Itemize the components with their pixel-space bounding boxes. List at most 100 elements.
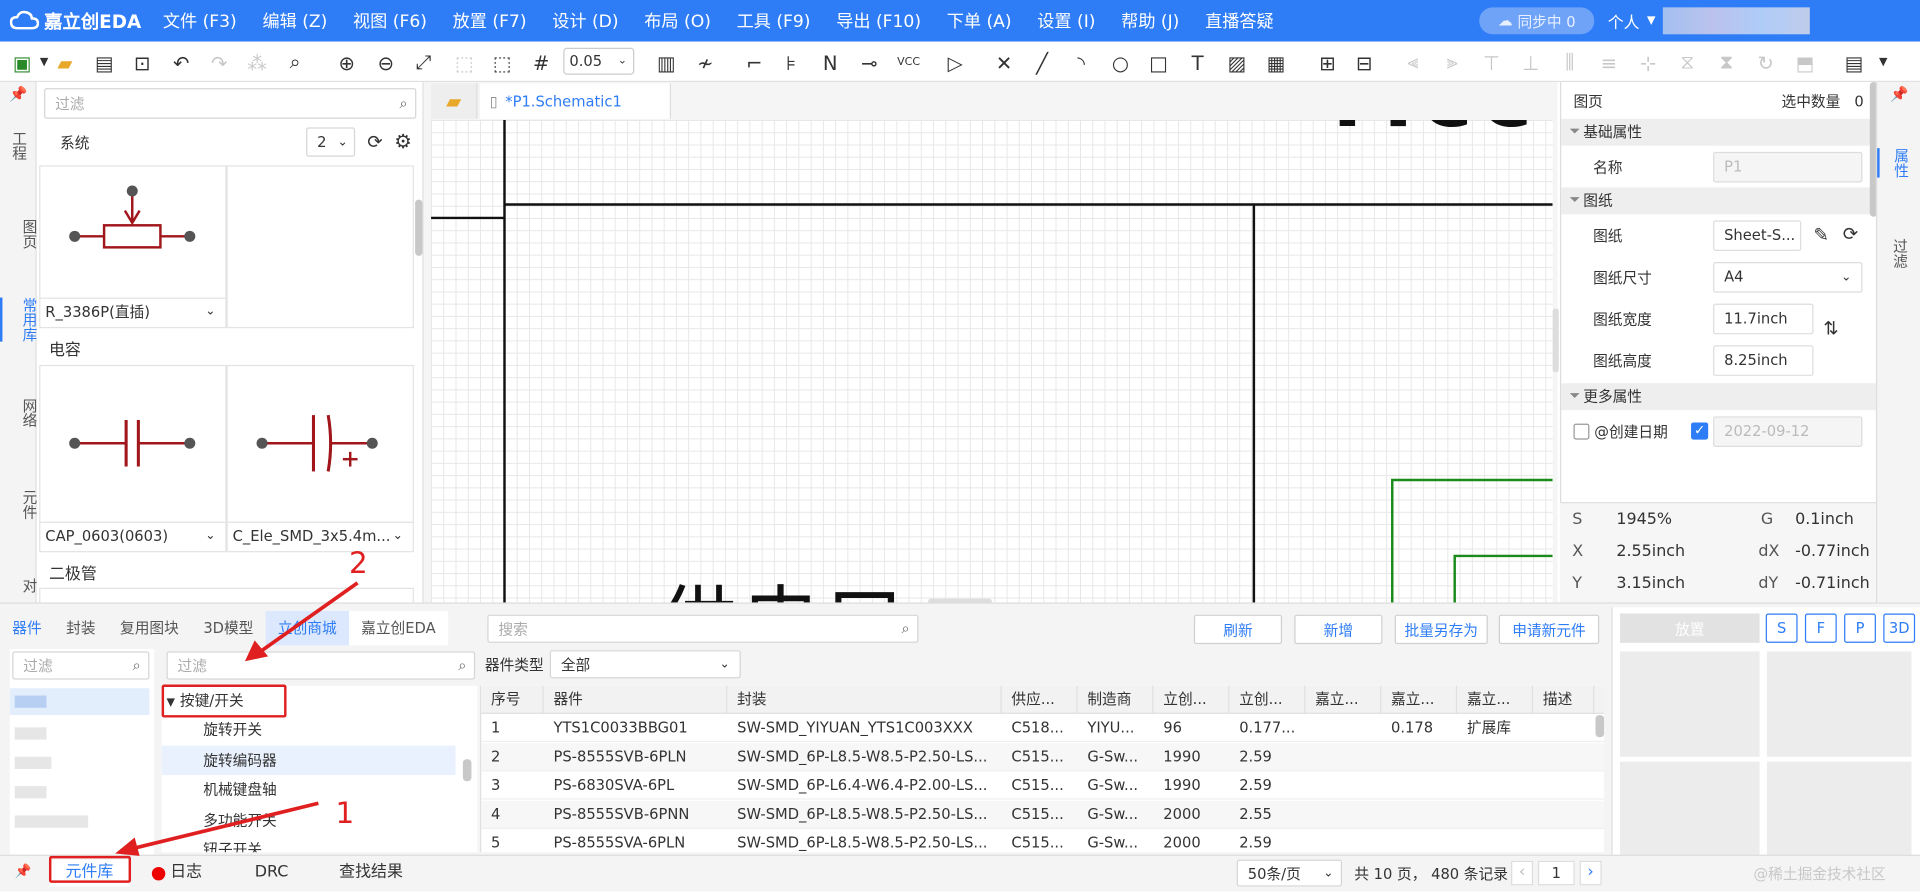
col-lcsc-2[interactable]: 立创...: [1229, 685, 1306, 714]
menu-file[interactable]: 文件 (F3): [163, 9, 237, 33]
tab-common-library[interactable]: 常用库: [0, 297, 38, 342]
wire-icon[interactable]: ≁: [691, 48, 720, 77]
col-supplier[interactable]: 供应...: [1002, 685, 1078, 714]
bottom-search-input[interactable]: 搜索 ⌕: [487, 614, 919, 643]
checked-checkbox[interactable]: ✓: [1691, 422, 1709, 440]
flip-h-icon[interactable]: ⧖: [1673, 48, 1702, 77]
tab-reuse-blocks[interactable]: 复用图块: [108, 611, 191, 645]
align-top-icon[interactable]: ⊤: [1477, 48, 1506, 77]
category-item-blurred[interactable]: [14, 756, 52, 769]
section-basic[interactable]: 基础属性: [1561, 118, 1876, 146]
text-icon[interactable]: T: [1183, 48, 1212, 77]
sync-status[interactable]: ☁ 同步中 0: [1479, 7, 1595, 35]
menu-settings[interactable]: 设置 (I): [1037, 9, 1095, 33]
tab-search-results[interactable]: 查找结果: [339, 860, 403, 887]
no-connect-icon[interactable]: ✕: [989, 48, 1018, 77]
right-splitter-handle[interactable]: [1552, 308, 1559, 373]
tab-project[interactable]: 工程: [0, 131, 37, 168]
grid-size-select[interactable]: 0.05 ⌄: [563, 47, 635, 75]
library-item-elec-cap[interactable]: C_Ele_SMD_3x5.4m... ⌄: [226, 364, 414, 553]
arc-icon[interactable]: ◝: [1067, 48, 1096, 77]
find-icon[interactable]: ⌕: [280, 48, 309, 77]
vcc-icon[interactable]: VCC: [894, 48, 923, 77]
library-count-select[interactable]: 2 ⌄: [306, 127, 356, 157]
chevron-down-icon[interactable]: ⌄: [393, 523, 403, 550]
prop-height-input[interactable]: 8.25inch: [1713, 344, 1814, 376]
category-item-blurred[interactable]: [14, 695, 47, 708]
col-index[interactable]: 序号: [481, 685, 544, 714]
caret-down-icon[interactable]: ▼: [1869, 48, 1898, 77]
schematic-canvas[interactable]: rlcc 供电口: [431, 120, 1553, 603]
col-lcsc-1[interactable]: 立创...: [1153, 685, 1230, 714]
grid-icon[interactable]: #: [527, 48, 556, 77]
view-3d-button[interactable]: 3D: [1883, 613, 1916, 643]
align-right-icon[interactable]: ⫸: [1438, 48, 1467, 77]
undo-icon[interactable]: ↶: [167, 48, 196, 77]
place-button[interactable]: 放置: [1620, 613, 1760, 643]
tab-nets[interactable]: 网络: [0, 398, 38, 427]
distribute-h-icon[interactable]: ⫼: [1555, 48, 1584, 77]
refresh-button[interactable]: 刷新: [1193, 614, 1283, 645]
bus-icon[interactable]: ⊧: [776, 48, 805, 77]
tab-drc[interactable]: DRC: [255, 860, 289, 887]
prop-width-input[interactable]: 11.7inch: [1713, 303, 1814, 334]
col-jlc-1[interactable]: 嘉立...: [1305, 685, 1382, 714]
image-icon[interactable]: ▨: [1222, 48, 1251, 77]
net-label-icon[interactable]: ⌐: [740, 48, 769, 77]
prop-sheet-input[interactable]: Sheet-S...: [1713, 219, 1802, 251]
gear-icon[interactable]: ⚙: [394, 130, 412, 153]
rectangle-icon[interactable]: □: [1144, 48, 1173, 77]
tab-more[interactable]: 对: [0, 578, 38, 593]
next-page-button[interactable]: ›: [1579, 860, 1602, 886]
library-icon[interactable]: ⊟: [1349, 48, 1378, 77]
pin-icon[interactable]: 📌: [0, 86, 37, 103]
prop-name-input[interactable]: P1: [1713, 151, 1863, 182]
col-jlc-2[interactable]: 嘉立...: [1381, 685, 1458, 714]
table-row[interactable]: 2 PS-8555SVB-6PLN SW-SMD_6P-L8.5-W8.5-P2.5…: [481, 742, 1605, 771]
zoom-out-icon[interactable]: ⊖: [371, 48, 400, 77]
library-scrollbar[interactable]: [415, 199, 423, 256]
request-component-button[interactable]: 申请新元件: [1498, 614, 1600, 645]
pin-icon[interactable]: 📌: [15, 863, 32, 879]
align-left-icon[interactable]: ⫷: [1398, 48, 1427, 77]
distribute-v-icon[interactable]: ≡: [1594, 48, 1623, 77]
col-manufacturer[interactable]: 制造商: [1078, 685, 1154, 714]
library-item-cap[interactable]: CAP_0603(0603) ⌄: [39, 364, 227, 553]
app-logo[interactable]: 嘉立创EDA: [9, 6, 141, 35]
col-device[interactable]: 器件: [544, 685, 728, 714]
chevron-down-icon[interactable]: ⌄: [205, 299, 215, 326]
section-sheet[interactable]: 图纸: [1561, 187, 1876, 215]
port-icon[interactable]: ▷: [940, 48, 969, 77]
menu-layout[interactable]: 布局 (O): [644, 9, 711, 33]
col-jlc-3[interactable]: 嘉立...: [1457, 685, 1534, 714]
library-filter-input[interactable]: 过滤 ⌕: [44, 88, 417, 119]
table-row[interactable]: 4 PS-8555SVB-6PNN SW-SMD_6P-L8.5-W8.5-P2.5…: [481, 800, 1605, 829]
prop-created-input[interactable]: 2022-09-12: [1713, 415, 1863, 447]
folder-icon[interactable]: ▰: [50, 48, 79, 77]
zoom-selection-icon[interactable]: ⬚: [449, 48, 478, 77]
table-row[interactable]: 3 PS-6830SVA-6PL SW-SMD_6P-L6.4-W6.4-P2.00…: [481, 771, 1605, 800]
view-footprint-button[interactable]: F: [1804, 613, 1837, 643]
chevron-down-icon[interactable]: ⌄: [205, 523, 215, 550]
folder-tab-icon[interactable]: ▰: [431, 83, 478, 119]
tab-devices[interactable]: 器件: [0, 611, 54, 645]
menu-live[interactable]: 直播答疑: [1205, 9, 1274, 33]
category-item-blurred[interactable]: [14, 786, 47, 799]
col-description[interactable]: 描述: [1533, 685, 1595, 714]
circle-icon[interactable]: ○: [1106, 48, 1135, 77]
document-icon[interactable]: ▤: [1839, 48, 1868, 77]
tab-filter[interactable]: 过滤: [1877, 239, 1920, 268]
junction-icon[interactable]: ⊸: [855, 48, 884, 77]
align-grid-icon[interactable]: ⊹: [1633, 48, 1662, 77]
save-icon[interactable]: ▤: [89, 48, 118, 77]
line-icon[interactable]: ╱: [1027, 48, 1056, 77]
pin-icon[interactable]: 📌: [1877, 86, 1920, 103]
type-filter-select[interactable]: 全部 ⌄: [549, 650, 741, 679]
bring-front-icon[interactable]: ⬒: [1790, 48, 1819, 77]
zoom-area-icon[interactable]: ⬚: [487, 48, 516, 77]
col-footprint[interactable]: 封装: [727, 685, 1002, 714]
category-filter-input[interactable]: 过滤 ⌕: [12, 651, 150, 680]
tree-node-rotary-encoder[interactable]: 旋转编码器: [161, 745, 456, 776]
menu-help[interactable]: 帮助 (J): [1121, 9, 1179, 33]
zoom-in-icon[interactable]: ⊕: [332, 48, 361, 77]
